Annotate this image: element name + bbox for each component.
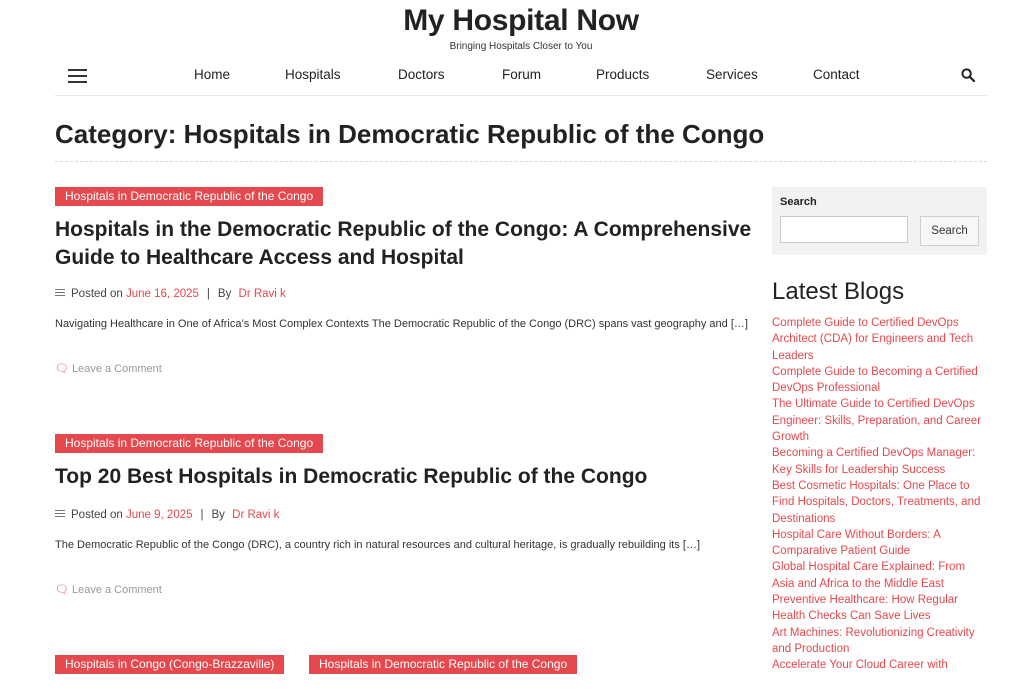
site-tagline: Bringing Hospitals Closer to You (449, 41, 593, 52)
nav-item-doctors[interactable]: Doctors (398, 67, 445, 82)
latest-blog-link[interactable]: Global Hospital Care Explained: From Asi… (772, 559, 987, 592)
latest-blog-link[interactable]: Hospital Care Without Borders: A Compara… (772, 527, 987, 560)
category-title: Category: Hospitals in Democratic Republ… (55, 119, 765, 149)
meta-lines-icon (55, 288, 65, 297)
latest-blog-link[interactable]: The Ultimate Guide to Certified DevOps E… (772, 396, 987, 445)
category-divider (55, 161, 987, 162)
post-author-link[interactable]: Dr Ravi k (232, 509, 279, 521)
meta-lines-icon (55, 509, 65, 518)
nav-item-services[interactable]: Services (706, 67, 758, 82)
posted-on-label: Posted on (71, 288, 123, 300)
nav-item-products[interactable]: Products (596, 67, 649, 82)
sidebar-search-widget: Search Search (772, 187, 987, 255)
sidebar-search-button[interactable]: Search (920, 216, 979, 246)
latest-blogs-title: Latest Blogs (772, 278, 905, 305)
latest-blog-link[interactable]: Preventive Healthcare: How Regular Healt… (772, 592, 987, 625)
comment-icon: 🗨︎ (55, 584, 69, 596)
search-icon[interactable] (961, 68, 975, 82)
post-title[interactable]: Top 20 Best Hospitals in Democratic Repu… (55, 463, 755, 491)
nav-item-home[interactable]: Home (194, 67, 230, 82)
posted-on-label: Posted on (71, 509, 123, 521)
latest-blog-link[interactable]: Complete Guide to Becoming a Certified D… (772, 364, 987, 397)
main-nav: Home Hospitals Doctors Forum Products Se… (55, 60, 987, 96)
post-meta: Posted on June 16, 2025 | By Dr Ravi k (55, 288, 286, 300)
leave-comment-label: Leave a Comment (71, 363, 162, 375)
sidebar-search-label: Search (780, 196, 817, 208)
latest-blog-link[interactable]: Art Machines: Revolutionizing Creativity… (772, 625, 987, 658)
leave-comment-link[interactable]: 🗨︎ Leave a Comment (55, 583, 162, 596)
leave-comment-label: Leave a Comment (71, 584, 162, 596)
post-date-link[interactable]: June 16, 2025 (126, 288, 199, 300)
by-label: By (211, 509, 225, 521)
latest-blog-link[interactable]: Becoming a Certified DevOps Manager: Key… (772, 445, 987, 478)
nav-item-contact[interactable]: Contact (813, 67, 860, 82)
post-category-badge[interactable]: Hospitals in Democratic Republic of the … (55, 434, 324, 453)
by-label: By (217, 288, 232, 300)
leave-comment-link[interactable]: 🗨︎ Leave a Comment (55, 362, 162, 375)
post-title[interactable]: Hospitals in the Democratic Republic of … (55, 216, 755, 272)
latest-blog-link[interactable]: Accelerate Your Cloud Career with (772, 657, 987, 673)
latest-blog-link[interactable]: Complete Guide to Certified DevOps Archi… (772, 315, 987, 364)
nav-item-hospitals[interactable]: Hospitals (285, 67, 341, 82)
post-category-badge[interactable]: Hospitals in Democratic Republic of the … (55, 187, 324, 206)
hamburger-menu-icon[interactable] (68, 69, 87, 83)
post-date-link[interactable]: June 9, 2025 (126, 509, 193, 521)
nav-item-forum[interactable]: Forum (502, 67, 541, 82)
post-excerpt: The Democratic Republic of the Congo (DR… (55, 539, 701, 551)
site-title[interactable]: My Hospital Now (55, 4, 987, 38)
post-excerpt: Navigating Healthcare in One of Africa’s… (55, 318, 748, 330)
latest-blogs-list: Complete Guide to Certified DevOps Archi… (772, 315, 987, 674)
latest-blog-link[interactable]: Best Cosmetic Hospitals: One Place to Fi… (772, 478, 987, 527)
post-category-badge[interactable]: Hospitals in Democratic Republic of the … (309, 655, 578, 674)
post-author-link[interactable]: Dr Ravi k (239, 288, 286, 300)
sidebar-search-input[interactable] (780, 216, 908, 243)
post-category-badge[interactable]: Hospitals in Congo (Congo-Brazzaville) (55, 655, 285, 674)
comment-icon: 🗨︎ (55, 363, 69, 375)
post-meta: Posted on June 9, 2025 | By Dr Ravi k (55, 509, 279, 521)
